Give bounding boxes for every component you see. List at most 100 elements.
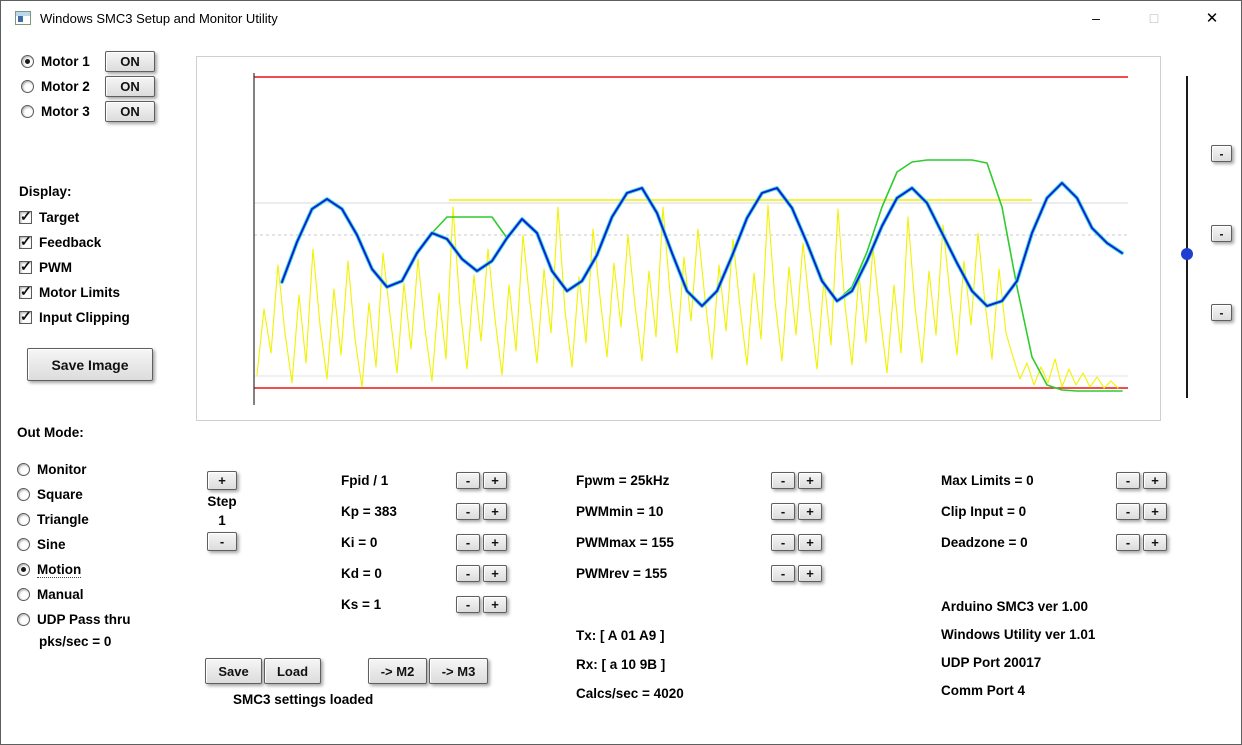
version-info-group: Arduino SMC3 ver 1.00 Windows Utility ve…: [941, 599, 1095, 698]
ki-minus-button[interactable]: -: [456, 533, 480, 551]
motor1-radio[interactable]: [21, 55, 34, 68]
fpwm-plus-button[interactable]: +: [798, 471, 822, 489]
motor1-on-button[interactable]: ON: [105, 51, 155, 72]
motor2-label[interactable]: Motor 2: [41, 79, 105, 95]
monitor-radio[interactable]: [17, 463, 30, 476]
load-settings-button[interactable]: Load: [264, 658, 321, 684]
maximize-button[interactable]: □: [1125, 1, 1183, 35]
scale-minus-button-1[interactable]: -: [1211, 145, 1232, 162]
monitor-label[interactable]: Monitor: [37, 462, 87, 478]
clip-input-plus-button[interactable]: +: [1143, 502, 1167, 520]
tx-value: Tx: [ A 01 A9 ]: [576, 628, 665, 643]
sine-label[interactable]: Sine: [37, 537, 66, 553]
out-mode-group: Out Mode: Monitor Square Triangle Sine M…: [17, 425, 131, 649]
display-feedback-row: Feedback: [19, 230, 130, 255]
kp-minus-button[interactable]: -: [456, 502, 480, 520]
fpid-minus-button[interactable]: -: [456, 471, 480, 489]
step-plus-button[interactable]: +: [207, 471, 237, 490]
scope-chart: [253, 73, 1128, 405]
ks-minus-button[interactable]: -: [456, 595, 480, 613]
motor-limits-checkbox[interactable]: [19, 283, 32, 300]
manual-radio[interactable]: [17, 588, 30, 601]
motion-radio[interactable]: [17, 563, 30, 576]
vertical-slider-thumb[interactable]: [1181, 248, 1193, 260]
window-controls: – □ ✕: [1067, 1, 1241, 35]
manual-label[interactable]: Manual: [37, 587, 84, 603]
save-settings-button[interactable]: Save: [205, 658, 262, 684]
sine-radio[interactable]: [17, 538, 30, 551]
calcs-per-sec-value: Calcs/sec = 4020: [576, 686, 684, 701]
pwmmax-row: PWMmax = 155 - +: [576, 533, 822, 551]
ki-plus-button[interactable]: +: [483, 533, 507, 551]
deadzone-minus-button[interactable]: -: [1116, 533, 1140, 551]
input-clipping-label[interactable]: Input Clipping: [39, 310, 130, 326]
feedback-checkbox[interactable]: [19, 233, 32, 250]
pwmrev-plus-button[interactable]: +: [798, 564, 822, 582]
motor2-radio[interactable]: [21, 80, 34, 93]
udp-pass-thru-radio[interactable]: [17, 613, 30, 626]
comm-status-group: Tx: [ A 01 A9 ] Rx: [ a 10 9B ] Calcs/se…: [576, 628, 684, 701]
pwmmax-minus-button[interactable]: -: [771, 533, 795, 551]
pwmrev-minus-button[interactable]: -: [771, 564, 795, 582]
close-button[interactable]: ✕: [1183, 1, 1241, 35]
pwmmax-plus-button[interactable]: +: [798, 533, 822, 551]
motor1-label[interactable]: Motor 1: [41, 54, 105, 70]
pwm-checkbox[interactable]: [19, 258, 32, 275]
max-limits-minus-button[interactable]: -: [1116, 471, 1140, 489]
motor3-radio[interactable]: [21, 105, 34, 118]
target-checkbox[interactable]: [19, 208, 32, 225]
ks-plus-button[interactable]: +: [483, 595, 507, 613]
ki-row: Ki = 0 - +: [341, 533, 507, 551]
app-window: Windows SMC3 Setup and Monitor Utility –…: [0, 0, 1242, 745]
scale-minus-button-3[interactable]: -: [1211, 304, 1232, 321]
feedback-label[interactable]: Feedback: [39, 235, 101, 251]
fpid-plus-button[interactable]: +: [483, 471, 507, 489]
pwmmin-plus-button[interactable]: +: [798, 502, 822, 520]
clip-input-label: Clip Input = 0: [941, 503, 1027, 519]
triangle-radio[interactable]: [17, 513, 30, 526]
target-label[interactable]: Target: [39, 210, 79, 226]
pwmmin-minus-button[interactable]: -: [771, 502, 795, 520]
pwmmin-label: PWMmin = 10: [576, 503, 664, 519]
motor2-on-button[interactable]: ON: [105, 76, 155, 97]
pwm-label[interactable]: PWM: [39, 260, 72, 276]
clip-input-minus-button[interactable]: -: [1116, 502, 1140, 520]
pwmmax-label: PWMmax = 155: [576, 534, 674, 550]
pwmrev-label: PWMrev = 155: [576, 565, 668, 581]
kd-minus-button[interactable]: -: [456, 564, 480, 582]
out-mode-sine-row: Sine: [17, 532, 131, 557]
square-label[interactable]: Square: [37, 487, 83, 503]
out-mode-monitor-row: Monitor: [17, 457, 131, 482]
utility-version-text: Windows Utility ver 1.01: [941, 627, 1096, 642]
input-clipping-checkbox[interactable]: [19, 308, 32, 325]
display-section-label: Display:: [19, 184, 72, 199]
max-limits-plus-button[interactable]: +: [1143, 471, 1167, 489]
fpwm-minus-button[interactable]: -: [771, 471, 795, 489]
vertical-slider-track[interactable]: [1186, 76, 1188, 398]
triangle-label[interactable]: Triangle: [37, 512, 89, 528]
step-minus-button[interactable]: -: [207, 532, 237, 551]
kd-plus-button[interactable]: +: [483, 564, 507, 582]
copy-to-m2-button[interactable]: -> M2: [368, 658, 427, 684]
square-radio[interactable]: [17, 488, 30, 501]
motor3-on-button[interactable]: ON: [105, 101, 155, 122]
pwmmin-row: PWMmin = 10 - +: [576, 502, 822, 520]
out-mode-triangle-row: Triangle: [17, 507, 131, 532]
deadzone-plus-button[interactable]: +: [1143, 533, 1167, 551]
udp-port-text: UDP Port 20017: [941, 655, 1042, 670]
scale-minus-button-2[interactable]: -: [1211, 225, 1232, 242]
motor3-row: Motor 3 ON: [21, 99, 155, 124]
fpid-row: Fpid / 1 - +: [341, 471, 507, 489]
minimize-button[interactable]: –: [1067, 1, 1125, 35]
ki-label: Ki = 0: [341, 534, 378, 550]
udp-pass-thru-label[interactable]: UDP Pass thru: [37, 612, 131, 628]
motor-limits-label[interactable]: Motor Limits: [39, 285, 120, 301]
scope-panel: [196, 56, 1161, 421]
save-image-button[interactable]: Save Image: [27, 348, 153, 381]
display-target-row: Target: [19, 205, 130, 230]
motor3-label[interactable]: Motor 3: [41, 104, 105, 120]
copy-to-m3-button[interactable]: -> M3: [429, 658, 488, 684]
kp-plus-button[interactable]: +: [483, 502, 507, 520]
out-mode-square-row: Square: [17, 482, 131, 507]
motion-label[interactable]: Motion: [37, 562, 82, 578]
